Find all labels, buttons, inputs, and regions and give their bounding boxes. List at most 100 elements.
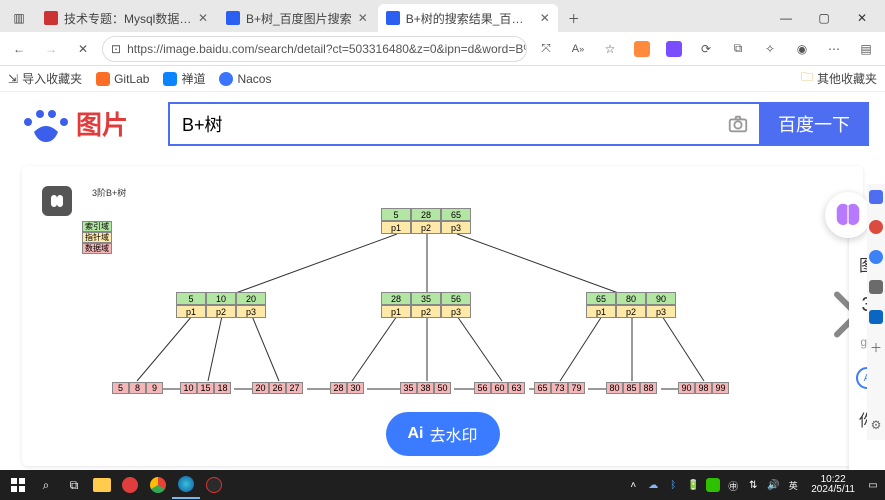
close-icon[interactable]: ✕ [198, 11, 208, 25]
other-bookmarks[interactable]: 🗀 其他收藏夹 [801, 68, 877, 89]
refresh-icon[interactable]: ⟳ [693, 36, 719, 62]
wechat-icon[interactable] [705, 477, 721, 493]
search-button[interactable]: 百度一下 [759, 102, 869, 146]
maximize-button[interactable]: ▢ [805, 4, 843, 32]
import-bookmarks[interactable]: ⇲ 导入收藏夹 [8, 70, 82, 87]
lock-icon: ⊡ [111, 42, 121, 56]
edge-tool-icon[interactable] [869, 190, 883, 204]
legend-index: 索引域 [82, 221, 112, 232]
wifi-icon[interactable]: ⇅ [745, 477, 761, 493]
stop-button[interactable]: ✕ [70, 36, 96, 62]
app-icon[interactable] [116, 471, 144, 499]
internal-node: 51020 p1p2p3 [176, 292, 266, 318]
ai-assistant-icon[interactable] [825, 192, 871, 238]
favorite-icon[interactable]: ☆ [597, 36, 623, 62]
sidebar-icon[interactable]: ▤ [853, 36, 879, 62]
brain-icon [42, 186, 72, 216]
leaf-node: 202627 [252, 382, 303, 394]
battery-icon[interactable]: 🔋 [685, 477, 701, 493]
address-bar: ← → ✕ ⊡ https://image.baidu.com/search/d… [0, 32, 885, 66]
bookmark-label: GitLab [114, 72, 149, 86]
chrome-icon[interactable] [144, 471, 172, 499]
translate-icon[interactable]: A» [565, 36, 591, 62]
notifications-icon[interactable]: ▭ [865, 477, 881, 493]
edge-tool-icon[interactable] [869, 220, 883, 234]
other-label: 其他收藏夹 [817, 70, 877, 87]
tray-up-icon[interactable]: ˄ [625, 477, 641, 493]
internal-node: 283556 p1p2p3 [381, 292, 471, 318]
close-icon[interactable]: ✕ [358, 11, 368, 25]
legend-data: 数据域 [82, 243, 112, 254]
leaf-node: 566063 [474, 382, 525, 394]
pdf-icon [44, 11, 58, 25]
edge-sidebar: ＋ ⚙ [867, 184, 885, 440]
import-label: 导入收藏夹 [22, 70, 82, 87]
volume-icon[interactable]: 🔊 [765, 477, 781, 493]
tab-label: B+树_百度图片搜索 [246, 10, 352, 27]
baidu-icon [386, 11, 400, 25]
search-icon[interactable]: ⌕ [32, 471, 60, 499]
new-tab-button[interactable]: ＋ [560, 4, 588, 32]
start-button[interactable] [4, 471, 32, 499]
search-value: B+树 [182, 111, 223, 137]
remove-watermark-button[interactable]: Ai 去水印 [385, 412, 499, 456]
back-button[interactable]: ← [6, 36, 32, 62]
search-box: B+树 百度一下 [168, 102, 869, 146]
close-icon[interactable]: ✕ [540, 11, 550, 25]
gear-icon[interactable]: ⚙ [869, 418, 883, 432]
tab-bplus-result[interactable]: B+树的搜索结果_百度图片搜索 ✕ [378, 4, 558, 32]
gitlab-icon [96, 72, 110, 86]
ai-icon: Ai [407, 425, 423, 443]
leaf-node: 2830 [330, 382, 364, 394]
ext-icon[interactable] [661, 36, 687, 62]
camera-icon[interactable] [717, 102, 759, 146]
edge-icon[interactable] [172, 471, 200, 499]
leaf-node: 657379 [534, 382, 585, 394]
minimize-button[interactable]: — [767, 4, 805, 32]
legend: 索引域 指针域 数据域 [82, 221, 112, 254]
bookmark-gitlab[interactable]: GitLab [96, 72, 149, 86]
menu-icon[interactable]: ⋯ [821, 36, 847, 62]
close-window-button[interactable]: ✕ [843, 4, 881, 32]
url-text: https://image.baidu.com/search/detail?ct… [127, 40, 527, 57]
clock[interactable]: 10:22 2024/5/11 [805, 475, 861, 495]
baidu-logo[interactable]: 图片 [16, 102, 156, 146]
bookmark-zentao[interactable]: 禅道 [163, 70, 205, 87]
record-icon[interactable] [200, 471, 228, 499]
bookmark-nacos[interactable]: Nacos [219, 72, 271, 86]
svg-text:图片: 图片 [76, 110, 128, 140]
search-input[interactable]: B+树 [168, 102, 717, 146]
nacos-icon [219, 72, 233, 86]
url-field[interactable]: ⊡ https://image.baidu.com/search/detail?… [102, 36, 527, 62]
tab-mysql[interactable]: 技术专题：Mysql数据库（视图、 ✕ [36, 4, 216, 32]
ext-icon[interactable] [629, 36, 655, 62]
edge-tool-icon[interactable] [869, 280, 883, 294]
extensions-icon[interactable]: ✧ [757, 36, 783, 62]
edge-tool-icon[interactable] [869, 250, 883, 264]
profile-icon[interactable]: ◉ [789, 36, 815, 62]
leaf-node: 101518 [180, 382, 231, 394]
watermark-label: 去水印 [429, 422, 477, 446]
explorer-icon[interactable] [88, 471, 116, 499]
collections-icon[interactable]: ⧉ [725, 36, 751, 62]
bookmark-label: 禅道 [181, 70, 205, 87]
leaf-node: 808588 [606, 382, 657, 394]
title-bar: ▥ 技术专题：Mysql数据库（视图、 ✕ B+树_百度图片搜索 ✕ B+树的搜… [0, 0, 885, 32]
baidu-icon [226, 11, 240, 25]
taskbar: ⌕ ⧉ ˄ ☁ ᛒ 🔋 ㊥ ⇅ 🔊 英 10:22 2024/5/11 ▭ [0, 470, 885, 500]
ime-icon[interactable]: 英 [785, 477, 801, 493]
edge-plus-icon[interactable]: ＋ [869, 340, 883, 354]
bluetooth-icon[interactable]: ᛒ [665, 477, 681, 493]
read-aloud-icon[interactable]: ⤧ [533, 36, 559, 62]
tab-list-icon[interactable]: ▥ [4, 4, 34, 32]
forward-button[interactable]: → [38, 36, 64, 62]
root-node: 5 28 65 p1 p2 p3 [381, 208, 471, 234]
internal-node: 658090 p1p2p3 [586, 292, 676, 318]
tab-bplus-search[interactable]: B+树_百度图片搜索 ✕ [218, 4, 376, 32]
search-button-label: 百度一下 [778, 111, 850, 137]
task-view-icon[interactable]: ⧉ [60, 471, 88, 499]
onedrive-icon[interactable]: ☁ [645, 477, 661, 493]
input-icon[interactable]: ㊥ [725, 477, 741, 493]
search-row: 图片 B+树 百度一下 [0, 92, 885, 152]
edge-tool-icon[interactable] [869, 310, 883, 324]
